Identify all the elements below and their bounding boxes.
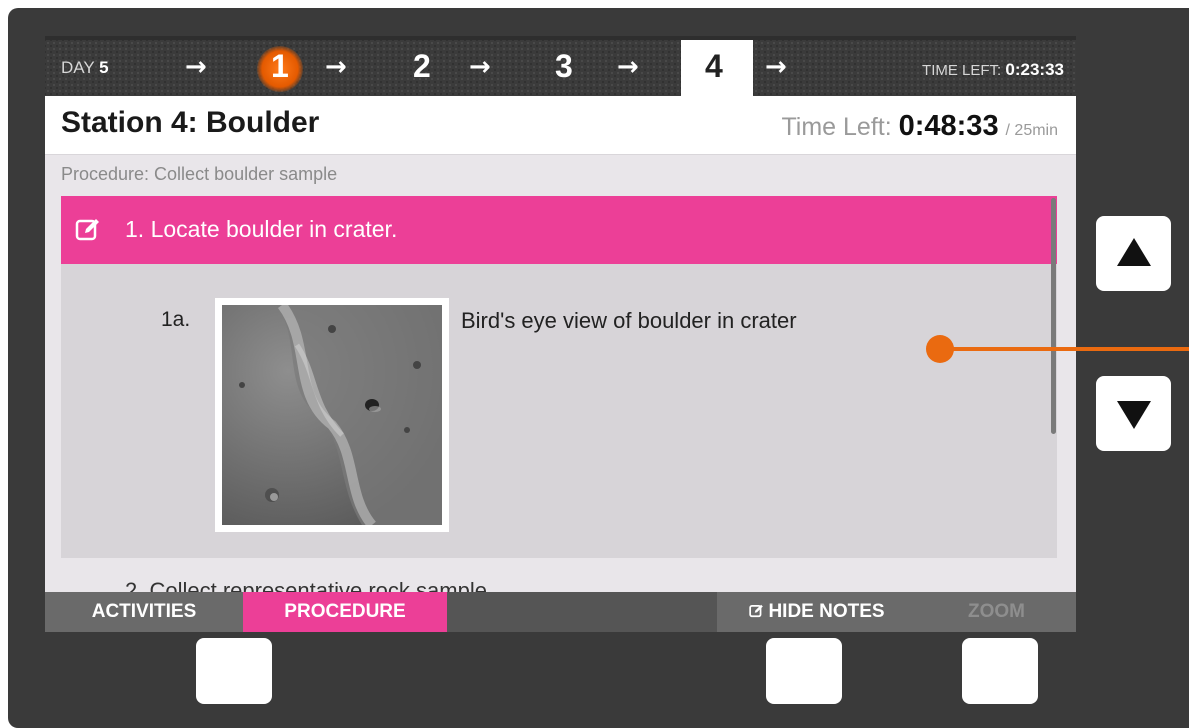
station-time-left: Time Left: 0:48:33 / 25min — [781, 110, 1058, 143]
bottom-tab-bar: ACTIVITIES PROCEDURE HIDE NOTES ZOOM — [45, 592, 1076, 632]
annotation-pointer-dot — [926, 335, 954, 363]
triangle-up-icon — [1117, 238, 1151, 266]
substep-panel: 1a. Bird's eye view of boulder in crater — [61, 264, 1057, 558]
edit-icon — [749, 604, 764, 618]
progress-bar: DAY 5 → 1 → 2 → 3 → 4 → TIME LEFT: 0:23:… — [45, 36, 1076, 100]
tab-procedure[interactable]: PROCEDURE — [243, 592, 447, 632]
arrow-icon: → — [765, 52, 787, 82]
day-number: 5 — [99, 58, 109, 77]
station-header: Station 4: Boulder Time Left: 0:48:33 / … — [45, 96, 1076, 155]
station-duration: / 25min — [1005, 122, 1058, 139]
hardware-button-left[interactable] — [196, 638, 272, 704]
station-title: Station 4: Boulder — [61, 106, 320, 139]
current-step-text: 1. Locate boulder in crater. — [125, 216, 398, 242]
station-time-label: Time Left: — [781, 113, 892, 141]
substep-caption: Bird's eye view of boulder in crater — [461, 308, 797, 333]
scroll-up-button[interactable] — [1096, 216, 1171, 291]
day-time-left-label: TIME LEFT: — [922, 62, 1002, 79]
step-4-tab[interactable]: 4 — [681, 40, 753, 100]
scroll-down-button[interactable] — [1096, 376, 1171, 451]
procedure-label: Procedure: Collect boulder sample — [61, 164, 338, 184]
hardware-button-right[interactable] — [962, 638, 1038, 704]
hide-notes-label: HIDE NOTES — [768, 601, 885, 622]
substep-number: 1a. — [161, 308, 191, 331]
station-time-value: 0:48:33 — [898, 110, 999, 142]
step-2[interactable]: 2 — [413, 48, 431, 85]
day-time-left-value: 0:23:33 — [1005, 60, 1064, 79]
hardware-button-middle[interactable] — [766, 638, 842, 704]
crater-image — [222, 305, 442, 525]
arrow-icon: → — [469, 52, 491, 82]
day-time-left: TIME LEFT: 0:23:33 — [922, 60, 1064, 80]
scrollbar[interactable] — [1051, 198, 1056, 434]
tab-activities[interactable]: ACTIVITIES — [45, 592, 243, 632]
day-label: DAY — [61, 58, 95, 77]
day-indicator: DAY 5 — [61, 58, 109, 78]
crater-photo[interactable] — [215, 298, 449, 532]
step-4: 4 — [705, 48, 723, 84]
arrow-icon: → — [325, 52, 347, 82]
screen: DAY 5 → 1 → 2 → 3 → 4 → TIME LEFT: 0:23:… — [45, 36, 1076, 632]
current-step-banner[interactable]: 1. Locate boulder in crater. — [61, 196, 1057, 264]
edit-icon — [75, 219, 99, 241]
zoom-button[interactable]: ZOOM — [917, 592, 1076, 632]
arrow-icon: → — [617, 52, 639, 82]
step-3[interactable]: 3 — [555, 48, 573, 85]
step-1[interactable]: 1 — [271, 48, 289, 85]
annotation-pointer-line — [944, 347, 1189, 351]
hide-notes-button[interactable]: HIDE NOTES — [717, 592, 917, 632]
triangle-down-icon — [1117, 401, 1151, 429]
arrow-icon: → — [185, 52, 207, 82]
